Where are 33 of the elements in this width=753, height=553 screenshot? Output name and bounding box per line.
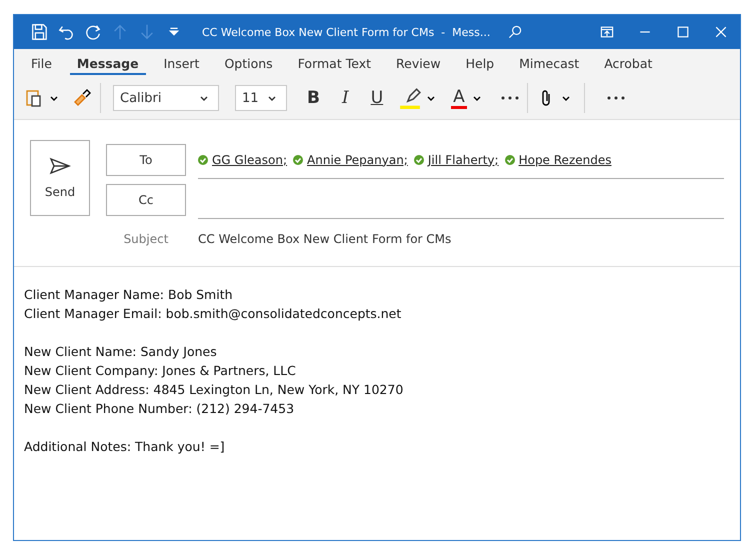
ribbon-tab[interactable]: File bbox=[24, 52, 59, 74]
recipient-name[interactable]: GG Gleason; bbox=[212, 152, 288, 166]
send-button[interactable]: Send bbox=[30, 140, 90, 216]
underline-button[interactable]: U bbox=[368, 88, 386, 108]
body-text: Client Manager Email: bob.smith@consolidatedconcepts.net bbox=[24, 305, 402, 323]
window-title: CC Welcome Box New Client Form for CMs - Mess... bbox=[202, 26, 490, 38]
ribbon-tab[interactable]: Options bbox=[217, 52, 280, 74]
ribbon-tab[interactable]: Help bbox=[458, 52, 502, 74]
body-text: New Client Company: Jones & Partners, LLC bbox=[24, 362, 297, 380]
cc-button[interactable]: Cc bbox=[106, 184, 186, 216]
body-text: Additional Notes: Thank you! =] bbox=[24, 438, 226, 456]
body-text: New Client Phone Number: (212) 294-7453 bbox=[24, 400, 296, 418]
bold-button[interactable]: B bbox=[305, 88, 322, 108]
ribbon-tab[interactable]: Mimecast bbox=[512, 52, 586, 74]
to-field[interactable]: GG Gleason; Annie Pepanyan; Jill Flaherty; Hope Rezendes bbox=[198, 142, 724, 178]
ribbon-tab[interactable]: Insert bbox=[156, 52, 206, 74]
recipient-name[interactable]: Jill Flaherty; bbox=[428, 152, 499, 166]
to-button[interactable]: To bbox=[106, 144, 186, 176]
body-text: New Client Name: Sandy Jones bbox=[24, 343, 218, 361]
ribbon-tab[interactable]: Message bbox=[70, 52, 146, 74]
recipient-name[interactable]: Annie Pepanyan; bbox=[307, 152, 408, 166]
subject-label: Subject bbox=[122, 232, 170, 246]
body-text: New Client Address: 4845 Lexington Ln, New York, NY 10270 bbox=[24, 381, 404, 399]
font-color-button[interactable]: A bbox=[451, 88, 467, 108]
ribbon-tab[interactable]: Acrobat bbox=[597, 52, 660, 74]
recipient-name[interactable]: Hope Rezendes bbox=[518, 152, 612, 166]
font-size-dropdown[interactable]: 11 bbox=[235, 85, 287, 111]
font-name-dropdown[interactable]: Calibri bbox=[113, 85, 219, 111]
ribbon-tab[interactable]: Review bbox=[389, 52, 448, 74]
ribbon-tab[interactable]: Format Text bbox=[290, 52, 378, 74]
italic-button[interactable]: I bbox=[340, 88, 351, 108]
body-text: Client Manager Name: Bob Smith bbox=[24, 286, 234, 304]
subject-field[interactable]: CC Welcome Box New Client Form for CMs bbox=[198, 232, 452, 246]
